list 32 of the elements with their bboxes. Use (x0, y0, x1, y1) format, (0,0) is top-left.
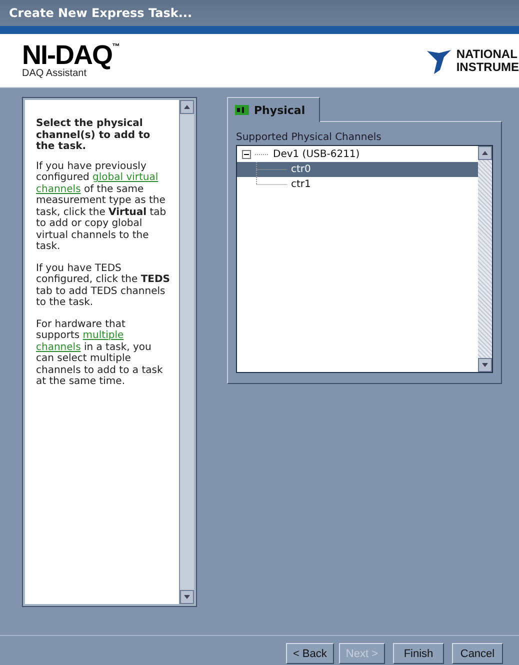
tree-item[interactable]: Dev1 (USB-6211) (273, 149, 360, 160)
tree-item[interactable]: ctr1 (291, 179, 311, 190)
wizard-button[interactable]: Finish (393, 643, 444, 664)
logo-text: INSTRUME (456, 60, 519, 74)
help-paragraph: If you have previously configured global virtual channels of the same measurement type as the task, click the Virtual tab to add or copy global virtual channels to the task. (36, 160, 168, 252)
eagle-logo-icon (427, 48, 454, 74)
scrollbar[interactable] (478, 146, 492, 372)
scrollbar[interactable] (179, 100, 194, 604)
help-link[interactable]: channels (36, 184, 81, 194)
help-heading: Select the physical channel(s) to add to the task. (36, 118, 152, 152)
tab[interactable]: Physical (227, 97, 320, 122)
collapse-icon[interactable] (242, 150, 251, 159)
help-link[interactable]: multiple (82, 330, 124, 341)
product-subtitle: DAQ Assistant (22, 68, 86, 79)
scroll-down-icon[interactable] (184, 595, 190, 599)
tree-item[interactable]: ctr0 (291, 164, 311, 175)
wizard-button[interactable]: Cancel (452, 643, 503, 664)
help-link[interactable]: global virtual (92, 172, 158, 183)
scroll-up-icon[interactable] (184, 105, 190, 109)
product-name: NI-DAQ™ (22, 42, 120, 68)
help-paragraph: For hardware that supports multiple channels in a task, you can select multiple channels to add to a task at the same time. (36, 318, 164, 388)
window-title: Create New Express Task... (0, 0, 519, 26)
tree-line (255, 154, 269, 155)
help-paragraph: If you have TEDS configured, click the TEDS tab to add TEDS channels to the task. (36, 262, 171, 308)
help-link[interactable]: channels (36, 342, 81, 352)
scroll-down-icon[interactable] (482, 363, 488, 367)
wizard-button[interactable]: < Back (286, 643, 334, 664)
logo-text: NATIONAL (456, 48, 518, 60)
channel-icon (235, 105, 249, 115)
scroll-up-icon[interactable] (482, 151, 488, 155)
channel-tree[interactable]: Dev1 (USB-6211) ctr0 ctr1 (236, 145, 493, 373)
list-label: Supported Physical Channels (236, 132, 382, 143)
